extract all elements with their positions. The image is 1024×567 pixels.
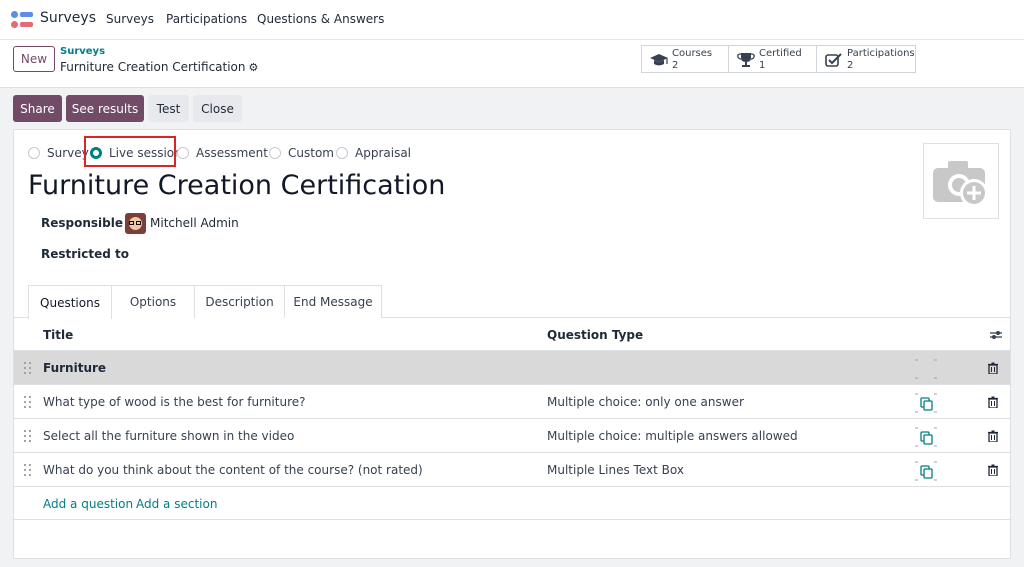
radio-circle (336, 147, 348, 159)
new-button[interactable]: New (13, 46, 55, 72)
test-button[interactable]: Test (148, 95, 189, 122)
survey-title[interactable]: Furniture Creation Certification (28, 170, 445, 201)
stat-button-participations[interactable]: Participations 2 (816, 45, 916, 73)
trash-icon[interactable] (987, 464, 999, 476)
stat-courses-label: Courses (672, 48, 713, 59)
table-row[interactable]: What type of wood is the best for furnit… (14, 385, 1010, 419)
optional-columns-icon[interactable] (990, 329, 1002, 341)
row-title: Furniture (43, 361, 107, 375)
radio-circle (177, 147, 189, 159)
stat-certified-value: 1 (759, 60, 766, 71)
radio-circle (269, 147, 281, 159)
app-logo-icon[interactable] (11, 11, 33, 29)
radio-label: Appraisal (355, 146, 412, 160)
copy-icon[interactable] (914, 427, 938, 447)
form-sheet: Survey Live session Assessment Custom Ap… (13, 129, 1011, 559)
camera-add-icon (933, 161, 988, 207)
radio-circle (28, 147, 40, 159)
row-title: What type of wood is the best for furnit… (43, 395, 306, 409)
stat-button-certified[interactable]: Certified 1 (728, 45, 817, 73)
row-question-type: Multiple Lines Text Box (547, 463, 684, 477)
avatar[interactable] (125, 213, 146, 234)
trash-icon[interactable] (987, 430, 999, 442)
control-panel: New Surveys Furniture Creation Certifica… (0, 40, 1024, 88)
radio-appraisal[interactable]: Appraisal (336, 146, 411, 160)
drag-handle-icon[interactable] (24, 430, 32, 442)
column-question-type-header[interactable]: Question Type (547, 328, 643, 342)
responsible-label: Responsible (41, 216, 123, 230)
breadcrumb-parent[interactable]: Surveys (60, 46, 105, 57)
highlight-box (84, 136, 176, 167)
radio-survey[interactable]: Survey (28, 146, 89, 160)
trophy-icon (737, 53, 755, 67)
radio-assessment[interactable]: Assessment (177, 146, 268, 160)
copy-icon[interactable] (914, 461, 938, 481)
drag-handle-icon[interactable] (24, 464, 32, 476)
row-question-type: Multiple choice: multiple answers allowe… (547, 429, 798, 443)
restricted-to-label: Restricted to (41, 247, 130, 261)
stat-courses-value: 2 (672, 60, 679, 71)
menu-surveys[interactable]: Surveys (106, 12, 154, 26)
tab-questions[interactable]: Questions (28, 285, 112, 319)
tab-description[interactable]: Description (194, 285, 285, 318)
row-title: Select all the furniture shown in the vi… (43, 429, 295, 443)
menu-participations[interactable]: Participations (166, 12, 247, 26)
row-question-type: Multiple choice: only one answer (547, 395, 744, 409)
stat-participations-label: Participations (847, 48, 915, 59)
copy-placeholder-icon (914, 359, 938, 379)
row-title: What do you think about the content of t… (43, 463, 423, 477)
add-question-link[interactable]: Add a question (43, 497, 133, 511)
stat-button-courses[interactable]: Courses 2 (641, 45, 729, 73)
top-navbar: Surveys Surveys Participations Questions… (0, 0, 1024, 40)
radio-label: Assessment (196, 146, 268, 160)
copy-icon[interactable] (914, 393, 938, 413)
breadcrumb-current-label: Furniture Creation Certification (60, 60, 246, 74)
responsible-value[interactable]: Mitchell Admin (150, 216, 239, 230)
add-line-row: Add a question Add a section (14, 487, 1010, 520)
drag-handle-icon[interactable] (24, 362, 32, 374)
table-header: Title Question Type (14, 318, 1010, 351)
gear-icon[interactable]: ⚙ (249, 61, 259, 74)
app-name[interactable]: Surveys (40, 10, 96, 26)
add-section-link[interactable]: Add a section (136, 497, 217, 511)
trash-icon[interactable] (987, 362, 999, 374)
image-upload[interactable] (923, 143, 999, 219)
column-title-header[interactable]: Title (43, 328, 73, 342)
radio-label: Survey (47, 146, 89, 160)
breadcrumb-current: Furniture Creation Certification ⚙ (60, 60, 258, 74)
radio-label: Custom (288, 146, 334, 160)
close-button[interactable]: Close (193, 95, 242, 122)
see-results-button[interactable]: See results (66, 95, 144, 122)
menu-questions-answers[interactable]: Questions & Answers (257, 12, 384, 26)
trash-icon[interactable] (987, 396, 999, 408)
checkbox-edit-icon (825, 53, 842, 67)
stat-participations-value: 2 (847, 60, 854, 71)
stat-certified-label: Certified (759, 48, 802, 59)
graduation-cap-icon (650, 54, 668, 66)
radio-custom[interactable]: Custom (269, 146, 334, 160)
table-row-section[interactable]: Furniture (14, 351, 1010, 385)
table-row[interactable]: What do you think about the content of t… (14, 453, 1010, 487)
drag-handle-icon[interactable] (24, 396, 32, 408)
share-button[interactable]: Share (13, 95, 62, 122)
tab-end-message[interactable]: End Message (284, 285, 382, 318)
table-row[interactable]: Select all the furniture shown in the vi… (14, 419, 1010, 453)
tab-options[interactable]: Options (111, 285, 195, 318)
